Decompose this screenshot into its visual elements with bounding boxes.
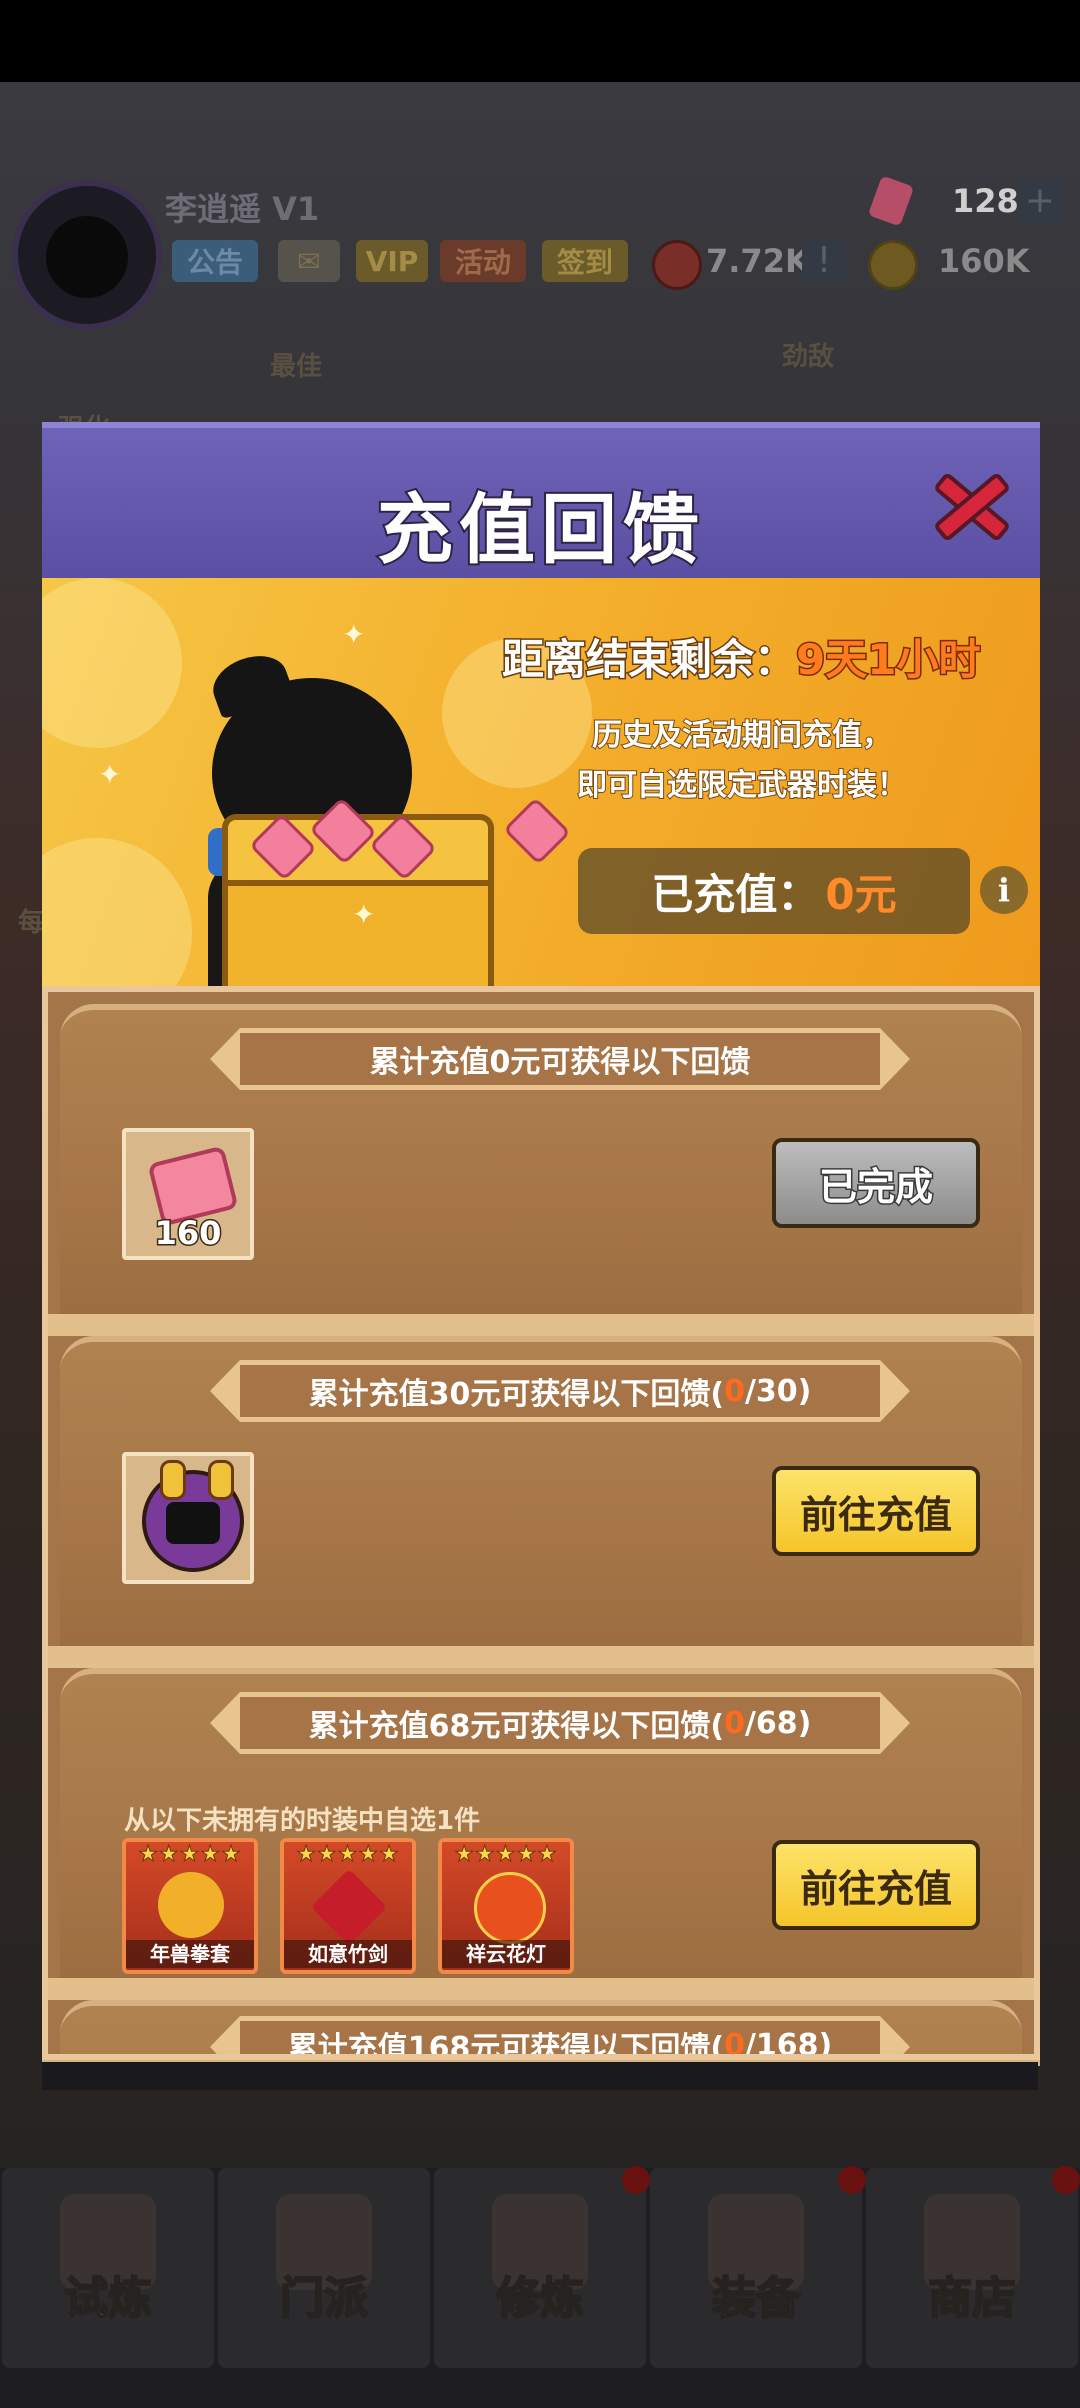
best-label: 最佳 <box>270 352 323 382</box>
ear-left <box>160 1460 186 1500</box>
add-gem-icon[interactable]: + <box>1018 180 1062 224</box>
glow-orb <box>42 578 182 748</box>
skin-option[interactable]: ★★★★★ 祥云花灯 <box>438 1838 574 1974</box>
skin-name: 如意竹剑 <box>284 1940 412 1968</box>
ear-right <box>208 1460 234 1500</box>
progress-target: /30) <box>744 1373 812 1409</box>
dialog-shadow <box>42 2062 1038 2090</box>
tier-header-text: 累计充值30元可获得以下回馈( <box>308 1377 725 1412</box>
tier-header: 累计充值30元可获得以下回馈(0/30) <box>210 1360 910 1422</box>
sparkle-icon: ✦ <box>352 898 376 931</box>
countdown-value: 9天1小时 <box>795 634 982 686</box>
star-rating: ★★★★★ <box>296 1842 400 1868</box>
nav-label: 修炼 <box>495 2272 585 2325</box>
reward-tier: 累计充值0元可获得以下回馈 160 已完成 <box>60 1004 1022 1320</box>
reward-tier: 累计充值30元可获得以下回馈(0/30) 前往充值 <box>60 1336 1022 1652</box>
star-rating: ★★★★★ <box>454 1842 558 1868</box>
reward-tier-list[interactable]: 累计充值0元可获得以下回馈 160 已完成 累计充值30元可获得以下回馈(0/3… <box>42 986 1040 2060</box>
sparkle-icon: ✦ <box>342 618 366 651</box>
mask-face <box>166 1502 220 1544</box>
divider <box>48 1978 1034 2000</box>
vip-button[interactable]: VIP <box>356 240 428 282</box>
divider <box>48 1646 1034 1668</box>
info-icon[interactable]: i <box>980 866 1028 914</box>
nav-equipment[interactable]: 装备 <box>650 2168 862 2368</box>
player-avatar[interactable] <box>12 180 162 330</box>
progress-current: 0 <box>724 2027 745 2060</box>
notification-dot <box>838 2166 866 2194</box>
progress-target: /68) <box>744 1705 812 1741</box>
lion-mask-icon <box>142 1460 244 1572</box>
activity-button[interactable]: 活动 <box>440 240 526 282</box>
promo-line-1: 历史及活动期间充值， <box>591 717 893 754</box>
gem-count: 128 <box>952 182 1019 220</box>
coin-count: 160K <box>938 242 1030 280</box>
pick-hint: 从以下未拥有的时装中自选1件 <box>124 1806 481 1836</box>
beast-gauntlet-icon <box>158 1872 224 1938</box>
nav-shop[interactable]: 商店 <box>866 2168 1078 2368</box>
go-recharge-button[interactable]: 前往充值 <box>772 1840 980 1930</box>
progress-current: 0 <box>724 1705 745 1741</box>
bamboo-sword-icon <box>310 1868 388 1946</box>
avatar-silhouette <box>46 216 128 298</box>
nav-label: 试炼 <box>63 2272 153 2325</box>
nav-label: 装备 <box>711 2272 801 2325</box>
promo-line-2: 即可自选限定武器时装！ <box>576 767 908 804</box>
reward-tier: 累计充值168元可获得以下回馈(0/168) <box>60 2000 1022 2060</box>
tier-header: 累计充值168元可获得以下回馈(0/168) <box>210 2016 910 2060</box>
go-recharge-button[interactable]: 前往充值 <box>772 1466 980 1556</box>
countdown-label: 距离结束剩余： <box>500 634 797 686</box>
nav-trial[interactable]: 试炼 <box>2 2168 214 2368</box>
notification-dot <box>622 2166 650 2194</box>
skin-name: 祥云花灯 <box>442 1940 570 1968</box>
vip-level: V1 <box>272 190 320 228</box>
coin-icon <box>868 240 918 290</box>
player-name: 李逍遥 V1 <box>165 190 320 228</box>
recharged-label: 已充值： <box>651 869 820 919</box>
power-value: 7.72K <box>706 242 810 280</box>
tier-header: 累计充值0元可获得以下回馈 <box>210 1028 910 1090</box>
power-info-icon[interactable]: ! <box>802 240 846 284</box>
gem-reward[interactable]: 160 <box>122 1128 254 1260</box>
recharged-amount: 已充值： 0元 <box>578 848 970 934</box>
dialog-title: 充值回馈 <box>375 483 705 576</box>
recharged-value: 0元 <box>825 869 897 919</box>
checkin-button[interactable]: 签到 <box>542 240 628 282</box>
reward-tier: 累计充值68元可获得以下回馈(0/68) 从以下未拥有的时装中自选1件 ★★★★… <box>60 1668 1022 1984</box>
skin-name: 年兽拳套 <box>126 1940 254 1968</box>
recharge-rewards-dialog: 充值回馈 ✦ ✦ ✦ 距离结束剩余：9天1小时 历史及活动期间充值， 即可自选限… <box>42 422 1040 2066</box>
tier-header: 累计充值68元可获得以下回馈(0/68) <box>210 1692 910 1754</box>
daily-label: 每 <box>18 908 45 938</box>
countdown: 距离结束剩余：9天1小时 <box>500 626 982 687</box>
glow-orb <box>42 838 192 986</box>
status-bar <box>0 0 1080 82</box>
sparkle-icon: ✦ <box>98 758 122 791</box>
mail-icon[interactable]: ✉ <box>278 240 340 282</box>
rival-label: 劲敌 <box>782 342 835 372</box>
nav-label: 门派 <box>279 2272 369 2325</box>
star-rating: ★★★★★ <box>138 1842 242 1868</box>
nav-cultivate[interactable]: 修炼 <box>434 2168 646 2368</box>
tier-header-text: 累计充值168元可获得以下回馈( <box>287 2031 725 2060</box>
close-button[interactable] <box>928 464 1012 548</box>
skin-option[interactable]: ★★★★★ 如意竹剑 <box>280 1838 416 1974</box>
notification-dot <box>1052 2166 1080 2194</box>
dialog-header: 充值回馈 <box>42 422 1040 578</box>
tier-header-text: 累计充值68元可获得以下回馈( <box>308 1709 725 1744</box>
floating-gem-icon <box>503 797 571 865</box>
avatar-frame-reward[interactable] <box>122 1452 254 1584</box>
notice-button[interactable]: 公告 <box>172 240 258 282</box>
nav-sect[interactable]: 门派 <box>218 2168 430 2368</box>
power-icon <box>652 240 702 290</box>
completed-button[interactable]: 已完成 <box>772 1138 980 1228</box>
bottom-nav: 试炼 门派 修炼 装备 商店 <box>0 2168 1080 2408</box>
reward-count: 160 <box>153 1213 223 1254</box>
nav-label: 商店 <box>927 2272 1017 2325</box>
skin-option[interactable]: ★★★★★ 年兽拳套 <box>122 1838 258 1974</box>
progress-target: /168) <box>744 2027 833 2060</box>
promo-banner: ✦ ✦ ✦ 距离结束剩余：9天1小时 历史及活动期间充值， 即可自选限定武器时装… <box>42 578 1040 986</box>
lantern-icon <box>474 1872 546 1944</box>
progress-current: 0 <box>724 1373 745 1409</box>
divider <box>48 1314 1034 1336</box>
